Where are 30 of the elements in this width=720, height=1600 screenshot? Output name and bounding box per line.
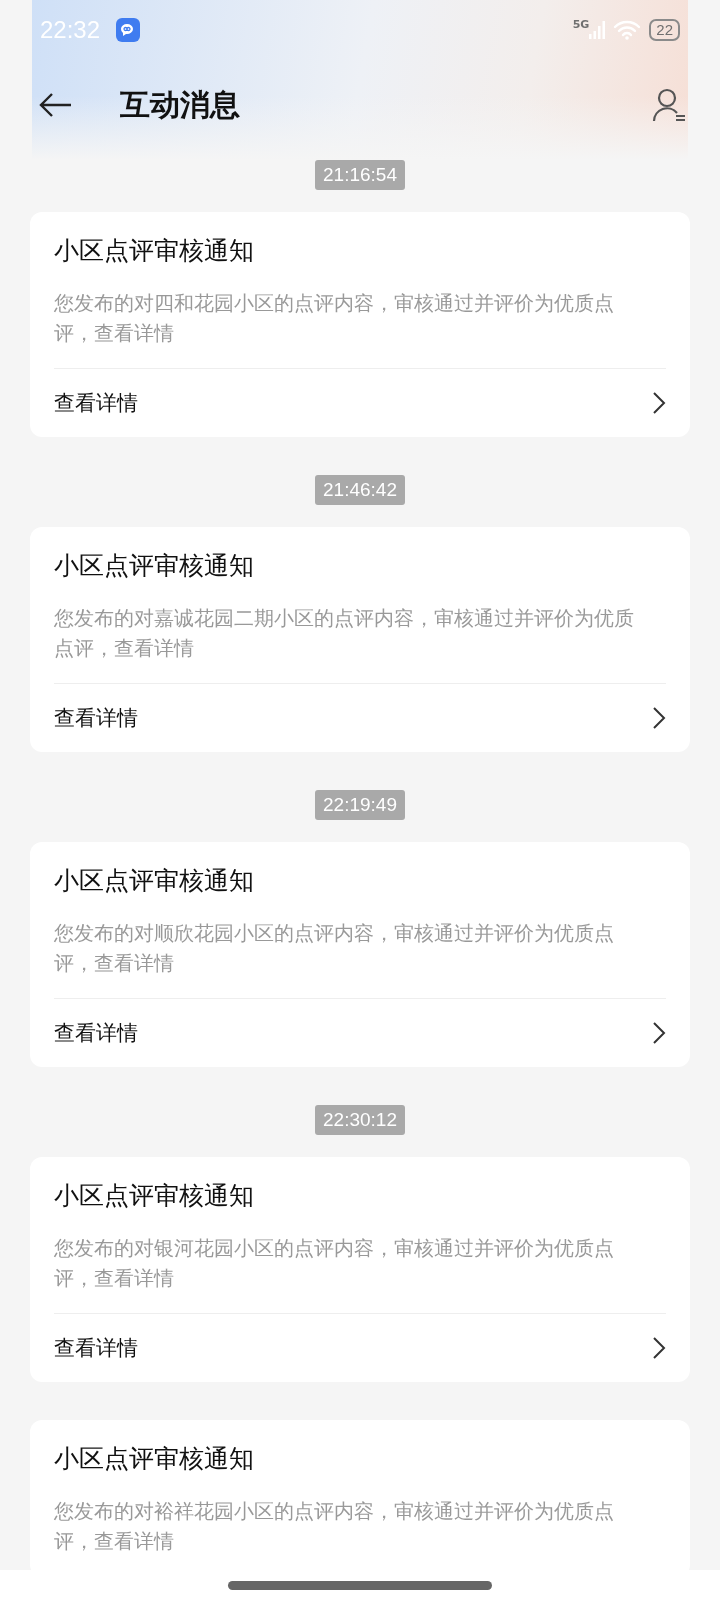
- person-list-icon[interactable]: [652, 87, 686, 123]
- home-indicator[interactable]: [228, 1580, 492, 1590]
- chevron-right-icon: [652, 706, 666, 730]
- message-body: 您发布的对四和花园小区的点评内容，审核通过并评价为优质点评，查看详情: [54, 288, 666, 369]
- message-time: 21:46:42: [315, 475, 405, 505]
- view-details-link[interactable]: 查看详情: [54, 999, 666, 1067]
- message-title: 小区点评审核通知: [54, 235, 255, 267]
- message-time: 22:30:12: [315, 1105, 405, 1135]
- back-arrow-icon[interactable]: [38, 92, 72, 118]
- chevron-right-icon: [652, 1336, 666, 1360]
- message-body: 您发布的对顺欣花园小区的点评内容，审核通过并评价为优质点评，查看详情: [54, 918, 666, 999]
- page-title: 互动消息: [120, 85, 240, 124]
- view-details-link[interactable]: 查看详情: [54, 369, 666, 437]
- message-title: 小区点评审核通知: [54, 865, 255, 897]
- message-time: 22:19:49: [315, 790, 405, 820]
- message-body: 您发布的对银河花园小区的点评内容，审核通过并评价为优质点评，查看详情: [54, 1233, 666, 1314]
- signal-icon: [589, 21, 606, 39]
- network-type: 5G: [572, 18, 590, 31]
- chevron-right-icon: [652, 391, 666, 415]
- message-title: 小区点评审核通知: [54, 550, 255, 582]
- message-title: 小区点评审核通知: [54, 1443, 255, 1475]
- view-details-link[interactable]: 查看详情: [54, 684, 666, 752]
- view-details-link[interactable]: 查看详情: [54, 1314, 666, 1382]
- message-time: 21:16:54: [315, 160, 405, 190]
- message-body: 您发布的对嘉诚花园二期小区的点评内容，审核通过并评价为优质点评，查看详情: [54, 603, 666, 684]
- wifi-icon: [613, 20, 642, 40]
- chevron-right-icon: [652, 1021, 666, 1045]
- message-title: 小区点评审核通知: [54, 1180, 255, 1212]
- battery-indicator: 22: [649, 19, 680, 41]
- app-notification-icon: [116, 18, 141, 42]
